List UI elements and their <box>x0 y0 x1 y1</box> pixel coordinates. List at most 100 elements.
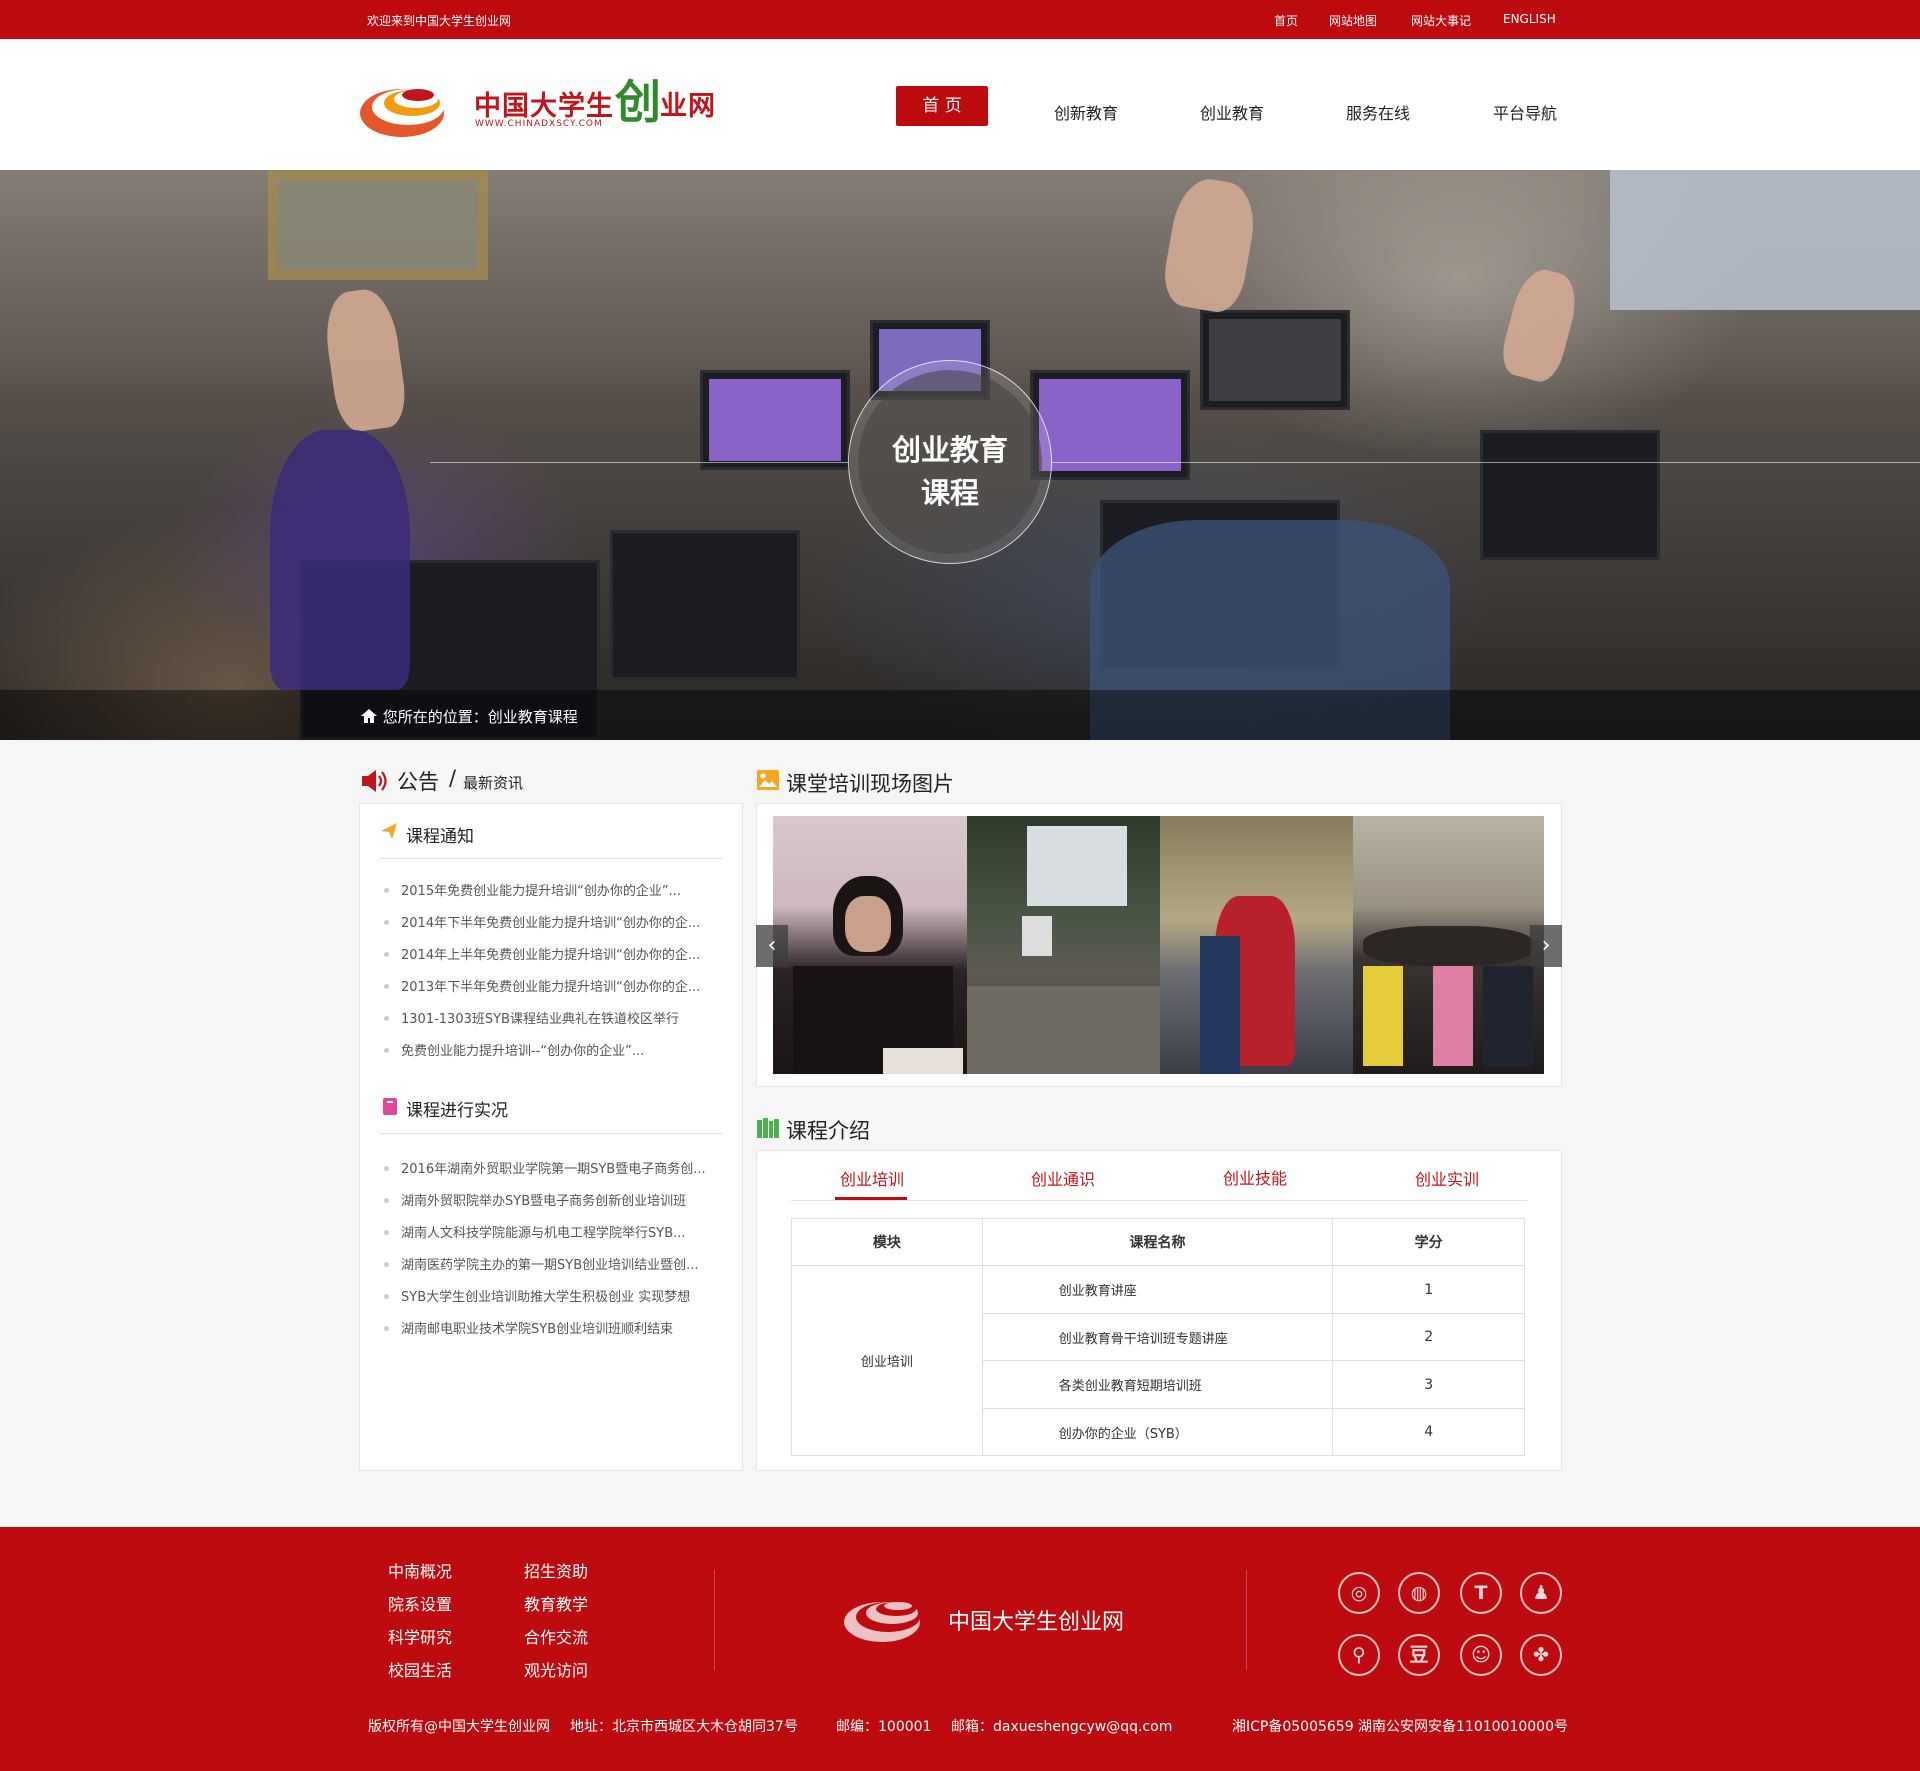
nav-platform-navigation[interactable]: 平台导航 <box>1493 100 1557 124</box>
breadcrumb-current[interactable]: 创业教育课程 <box>488 708 578 726</box>
footer-link[interactable]: 校园生活 <box>388 1657 452 1690</box>
toplink-english[interactable]: ENGLISH <box>1503 12 1556 26</box>
top-bar: 欢迎来到中国大学生创业网 首页 网站地图 网站大事记 ENGLISH <box>0 0 1920 39</box>
toplink-events[interactable]: 网站大事记 <box>1411 12 1471 29</box>
table-row: 创业培训 创业教育讲座 1 <box>791 1265 1525 1456</box>
qq-icon[interactable]: ♟ <box>1520 1572 1562 1614</box>
footer-link[interactable]: 招生资助 <box>524 1558 588 1591</box>
gallery-photo[interactable] <box>967 816 1160 1074</box>
footer-address: 地址：北京市西城区大木仓胡同37号 <box>570 1719 798 1735</box>
image-icon <box>757 770 779 790</box>
logo-swoosh-icon[interactable] <box>358 77 454 139</box>
course-name-cell: 创办你的企业（SYB） <box>981 1408 1334 1456</box>
course-table: 模块 课程名称 学分 创业培训 创业教育讲座 1 创业教育骨干培训班专题讲座 2… <box>791 1218 1525 1456</box>
credit-cell: 3 <box>1332 1360 1525 1409</box>
footer-link[interactable]: 教育教学 <box>524 1591 588 1624</box>
bookmark-icon <box>383 1098 397 1115</box>
breadcrumb: 您所在的位置：创业教育课程 <box>360 706 578 727</box>
footer-copyright: 版权所有@中国大学生创业网 <box>368 1719 550 1735</box>
photo-nameplate <box>883 1048 963 1074</box>
logo-title: 中国大学生 <box>474 91 614 122</box>
nav-home[interactable]: 首 页 <box>896 86 988 126</box>
footer-link[interactable]: 合作交流 <box>524 1624 588 1657</box>
banner-photo-painting <box>268 170 488 280</box>
footer-divider <box>714 1570 715 1670</box>
banner-monitor <box>1030 370 1190 480</box>
footer-icp[interactable]: 湘ICP备05005659 <box>1232 1716 1354 1736</box>
nav-entrepreneurship-education[interactable]: 创业教育 <box>1200 100 1264 124</box>
nav-online-service[interactable]: 服务在线 <box>1346 100 1410 124</box>
photo-group-person <box>1483 966 1533 1066</box>
footer-links-col2: 招生资助 教育教学 合作交流 观光访问 <box>524 1558 588 1690</box>
gallery-title: 课堂培训现场图片 <box>786 772 954 796</box>
banner-title-line1: 创业教育 <box>891 433 1008 467</box>
renren-icon[interactable]: ⚲ <box>1338 1634 1380 1676</box>
books-icon <box>757 1118 779 1138</box>
divider <box>380 858 722 859</box>
breadcrumb-bar <box>0 690 1920 740</box>
banner-monitor <box>610 530 800 680</box>
credit-cell: 1 <box>1332 1265 1525 1314</box>
gallery-prev-button[interactable]: ‹ <box>756 925 788 967</box>
tab-entrepreneurship-practice[interactable]: 创业实训 <box>1415 1166 1479 1190</box>
nav-innovation-education[interactable]: 创新教育 <box>1054 100 1118 124</box>
column-header-course-name: 课程名称 <box>981 1218 1334 1266</box>
toplink-home[interactable]: 首页 <box>1274 12 1298 29</box>
course-name-cell: 创业教育骨干培训班专题讲座 <box>981 1313 1334 1361</box>
wechat-icon[interactable]: ◍ <box>1398 1572 1440 1614</box>
logo-url: WWW.CHINADXSCY.COM <box>475 119 603 129</box>
active-tab-indicator <box>835 1197 907 1200</box>
module-cell: 创业培训 <box>791 1265 983 1456</box>
tab-entrepreneurship-training[interactable]: 创业培训 <box>840 1166 904 1190</box>
credit-cell: 4 <box>1332 1408 1525 1456</box>
clover-icon[interactable]: ✤ <box>1520 1634 1562 1676</box>
gallery-photo[interactable] <box>773 816 967 1074</box>
footer-logo-swoosh-icon[interactable] <box>842 1590 926 1644</box>
footer-email[interactable]: 邮箱：daxueshengcyw@qq.com <box>951 1716 1172 1736</box>
footer-police-record[interactable]: 湖南公安网安备11010010000号 <box>1358 1716 1568 1736</box>
photo-person <box>1200 936 1240 1074</box>
footer-links-col1: 中南概况 院系设置 科学研究 校园生活 <box>388 1558 452 1690</box>
credit-cell: 2 <box>1332 1313 1525 1361</box>
gallery-next-button[interactable]: › <box>1530 925 1562 967</box>
kaixin-icon[interactable]: ☺ <box>1460 1634 1502 1676</box>
tencent-weibo-icon[interactable]: T <box>1460 1572 1502 1614</box>
photo-projection-screen <box>1027 826 1127 906</box>
course-intro-title: 课程介绍 <box>786 1119 870 1143</box>
home-icon[interactable] <box>360 708 378 724</box>
breadcrumb-label: 您所在的位置： <box>382 708 488 726</box>
footer-link[interactable]: 中南概况 <box>388 1558 452 1591</box>
weibo-icon[interactable]: ◎ <box>1338 1572 1380 1614</box>
banner-photo-whiteboard <box>1610 170 1920 310</box>
hero-banner: 创业教育 课程 您所在的位置：创业教育课程 <box>0 170 1920 740</box>
table-header-row: 模块 课程名称 学分 <box>791 1218 1525 1266</box>
megaphone-icon <box>362 770 387 792</box>
footer-postcode: 邮编：100001 <box>836 1719 932 1735</box>
course-live-title: 课程进行实况 <box>406 1101 508 1121</box>
gallery-photo[interactable] <box>1353 816 1544 1074</box>
douban-icon[interactable]: 豆 <box>1398 1634 1440 1676</box>
footer-brand: 中国大学生创业网 <box>948 1610 1125 1635</box>
tab-entrepreneurship-skills[interactable]: 创业技能 <box>1223 1165 1287 1189</box>
banner-monitor <box>1480 430 1660 560</box>
photo-group-person <box>1363 966 1403 1066</box>
welcome-text: 欢迎来到中国大学生创业网 <box>367 14 512 28</box>
toplink-sitemap[interactable]: 网站地图 <box>1329 12 1377 29</box>
course-name-cell: 创业教育讲座 <box>981 1265 1334 1314</box>
notice-section-subtitle: 最新资讯 <box>463 774 524 792</box>
banner-monitor <box>700 370 850 470</box>
photo-group-heads <box>1363 926 1533 966</box>
gallery-photo[interactable] <box>1160 816 1353 1074</box>
banner-sleeve <box>270 430 410 690</box>
banner-title-line2: 课程 <box>920 476 979 510</box>
photo-group-person <box>1433 966 1473 1066</box>
notice-section-slash: / <box>449 766 457 790</box>
banner-monitor <box>1200 310 1350 410</box>
footer-link[interactable]: 院系设置 <box>388 1591 452 1624</box>
logo-title-tail: 业网 <box>660 91 716 122</box>
footer-divider <box>1246 1570 1247 1670</box>
photo-audience <box>967 986 1160 1074</box>
footer-link[interactable]: 科学研究 <box>388 1624 452 1657</box>
tab-entrepreneurship-general[interactable]: 创业通识 <box>1031 1166 1095 1190</box>
footer-link[interactable]: 观光访问 <box>524 1657 588 1690</box>
